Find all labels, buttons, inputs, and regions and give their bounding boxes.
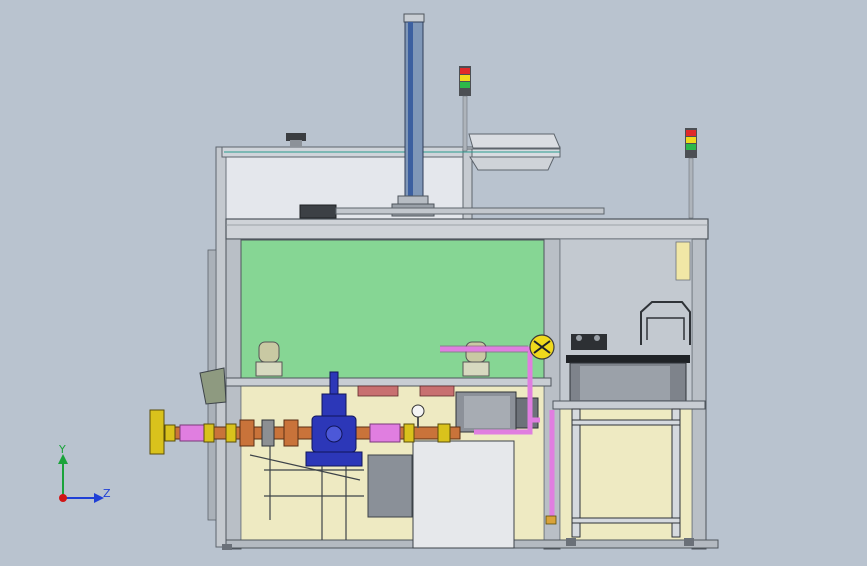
y-axis-label: Y xyxy=(58,443,66,456)
motor xyxy=(455,391,539,433)
camera-unit xyxy=(571,334,607,350)
brass-fitting xyxy=(545,515,557,525)
z-axis-label: Z xyxy=(103,487,111,500)
hanging-box xyxy=(199,367,227,405)
axis-triad: Y Z xyxy=(58,443,111,503)
tank xyxy=(566,355,690,404)
gauge-head-left xyxy=(255,341,283,377)
control-box xyxy=(412,440,515,549)
machine-drawing: Y Z xyxy=(58,13,719,550)
signal-tower-right xyxy=(685,128,697,219)
signal-tower-left xyxy=(459,66,471,152)
drive-box xyxy=(367,454,413,518)
yellow-tag xyxy=(675,241,691,281)
main-deck xyxy=(225,218,709,240)
top-sensor xyxy=(286,133,306,147)
cad-viewport: Y Z xyxy=(0,0,867,562)
hex-valve xyxy=(529,334,555,360)
green-panel xyxy=(240,239,545,381)
